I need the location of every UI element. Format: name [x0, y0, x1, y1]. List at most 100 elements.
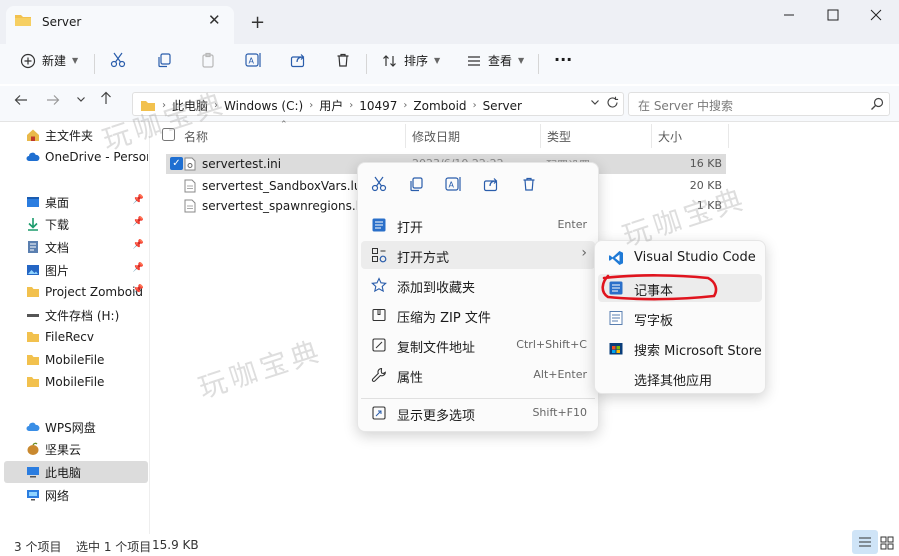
- copy-icon[interactable]: [408, 176, 424, 192]
- menu-item-shortcut: Alt+Enter: [533, 368, 587, 381]
- sort-button[interactable]: 排序 ▼: [382, 52, 440, 69]
- breadcrumb-item[interactable]: Server: [483, 99, 522, 113]
- up-arrow-icon[interactable]: [99, 91, 113, 105]
- paste-button[interactable]: [200, 52, 216, 68]
- pin-icon[interactable]: 📌: [133, 195, 144, 205]
- tab-server[interactable]: [6, 6, 234, 44]
- sidebar-item-project-zomboid[interactable]: Project Zomboid 📌: [4, 281, 148, 303]
- sidebar-item-this-pc[interactable]: 此电脑: [4, 461, 148, 483]
- sidebar-item-label: 文件存档 (H:): [45, 308, 120, 323]
- sort-icon: [382, 53, 398, 69]
- row-checkbox[interactable]: ✓: [170, 157, 183, 170]
- file-size: 16 KB: [689, 157, 722, 170]
- column-divider[interactable]: [651, 124, 652, 148]
- sidebar-item-jianguoyun[interactable]: 坚果云: [4, 438, 148, 460]
- view-button[interactable]: 查看 ▼: [466, 52, 524, 69]
- folder-icon: [26, 285, 40, 299]
- submenu-item-vscode[interactable]: Visual Studio Code: [598, 244, 762, 272]
- minimize-button[interactable]: [766, 0, 812, 30]
- breadcrumb-item[interactable]: Windows (C:): [224, 99, 303, 113]
- network-icon: [26, 488, 40, 502]
- details-view-button[interactable]: [852, 530, 878, 554]
- sidebar-item-desktop[interactable]: 桌面 📌: [4, 191, 148, 213]
- close-window-button[interactable]: [853, 0, 899, 30]
- menu-item-more-options[interactable]: 显示更多选项 Shift+F10: [361, 399, 595, 427]
- sort-label: 排序: [404, 54, 429, 68]
- menu-item-open-with[interactable]: 打开方式 ›: [361, 241, 595, 269]
- maximize-button[interactable]: [810, 0, 856, 30]
- menu-item-add-favorite[interactable]: 添加到收藏夹: [361, 271, 595, 299]
- address-dropdown-icon[interactable]: [590, 97, 600, 107]
- sidebar-item-network[interactable]: 网络: [4, 484, 148, 506]
- pin-icon[interactable]: 📌: [133, 285, 144, 295]
- large-icons-view-button[interactable]: [880, 536, 894, 550]
- toolbar-divider: [366, 54, 367, 74]
- rename-icon: A: [245, 52, 263, 68]
- forward-arrow-icon[interactable]: [46, 93, 60, 107]
- column-divider[interactable]: [540, 124, 541, 148]
- store-icon: [608, 340, 624, 356]
- chevron-right-icon: ›: [403, 100, 408, 111]
- refresh-icon[interactable]: [606, 96, 619, 109]
- open-with-icon: [371, 247, 387, 263]
- cut-button[interactable]: [110, 52, 126, 68]
- column-divider[interactable]: [405, 124, 406, 148]
- share-icon: [290, 52, 306, 68]
- column-divider[interactable]: [728, 124, 729, 148]
- document-icon: [26, 240, 40, 254]
- breadcrumb-item[interactable]: 用户: [319, 97, 343, 114]
- sidebar-item-filerecv[interactable]: FileRecv: [4, 326, 148, 348]
- sidebar-item-pictures[interactable]: 图片 📌: [4, 259, 148, 281]
- menu-item-properties[interactable]: 属性 Alt+Enter: [361, 361, 595, 389]
- submenu-item-wordpad[interactable]: 写字板: [598, 304, 762, 332]
- delete-button[interactable]: [335, 52, 351, 68]
- rename-icon[interactable]: A: [445, 176, 463, 192]
- sidebar-item-drive-h[interactable]: 文件存档 (H:): [4, 304, 148, 326]
- computer-icon: [26, 465, 40, 479]
- close-tab-icon[interactable]: ✕: [208, 11, 221, 29]
- pin-icon[interactable]: 📌: [133, 217, 144, 227]
- submenu-item-store[interactable]: 搜索 Microsoft Store: [598, 334, 762, 362]
- sidebar-item-mobilefile[interactable]: MobileFile: [4, 349, 148, 371]
- rename-button[interactable]: A: [245, 52, 263, 68]
- new-button[interactable]: 新建 ▼: [20, 52, 78, 69]
- more-options-button[interactable]: ···: [554, 50, 572, 69]
- sidebar-item-documents[interactable]: 文档 📌: [4, 236, 148, 258]
- sidebar-item-label: 桌面: [45, 195, 70, 210]
- recent-locations-icon[interactable]: [76, 94, 86, 104]
- back-arrow-icon[interactable]: [14, 93, 28, 107]
- toolbar-divider: [94, 54, 95, 74]
- column-header-date[interactable]: 修改日期: [412, 128, 460, 145]
- trash-icon[interactable]: [521, 176, 537, 192]
- menu-item-shortcut: Enter: [557, 218, 587, 231]
- watermark: 玩咖宝典: [194, 333, 327, 405]
- menu-item-label: 打开方式: [397, 251, 450, 266]
- menu-item-label: 添加到收藏夹: [397, 281, 476, 296]
- share-button[interactable]: [290, 52, 306, 68]
- notepad-icon: [371, 217, 387, 233]
- submenu-item-choose-app[interactable]: 选择其他应用: [598, 364, 762, 392]
- sidebar-item-downloads[interactable]: 下载 📌: [4, 213, 148, 235]
- column-header-size[interactable]: 大小: [658, 128, 682, 145]
- copy-button[interactable]: [156, 52, 172, 68]
- view-list-icon: [466, 53, 482, 69]
- menu-item-label: 压缩为 ZIP 文件: [397, 311, 491, 326]
- drive-icon: [26, 308, 40, 322]
- clipboard-icon: [200, 52, 216, 68]
- wordpad-icon: [608, 310, 624, 326]
- breadcrumb-item[interactable]: 10497: [359, 99, 397, 113]
- sidebar-item-wps-drive[interactable]: WPS网盘: [4, 416, 148, 438]
- chevron-right-icon: ›: [472, 100, 477, 111]
- menu-item-copy-path[interactable]: 复制文件地址 Ctrl+Shift+C: [361, 331, 595, 359]
- cut-icon[interactable]: [371, 176, 387, 192]
- sidebar-item-mobilefile-2[interactable]: MobileFile: [4, 371, 148, 393]
- pin-icon[interactable]: 📌: [133, 263, 144, 273]
- new-tab-button[interactable]: +: [250, 12, 265, 33]
- menu-item-open[interactable]: 打开 Enter: [361, 211, 595, 239]
- breadcrumb-item[interactable]: Zomboid: [413, 99, 466, 113]
- pin-icon[interactable]: 📌: [133, 240, 144, 250]
- column-header-type[interactable]: 类型: [547, 128, 571, 145]
- share-icon[interactable]: [483, 176, 499, 192]
- menu-item-zip[interactable]: 压缩为 ZIP 文件: [361, 301, 595, 329]
- file-icon: [184, 179, 196, 193]
